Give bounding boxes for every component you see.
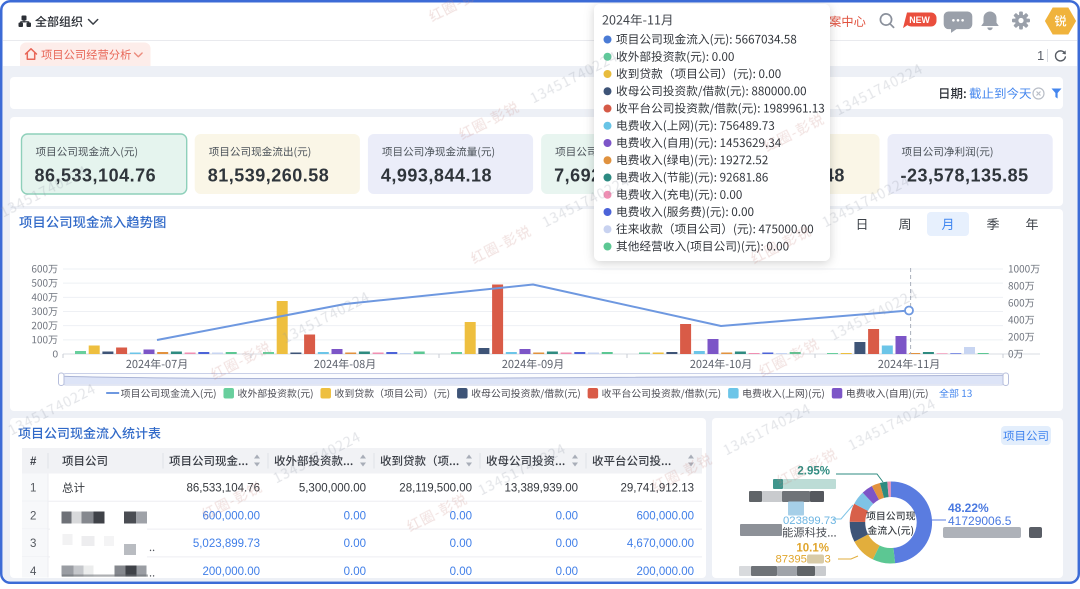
svg-text:5,300,000.00: 5,300,000.00 <box>299 483 366 495</box>
svg-text:4,993,844.18: 4,993,844.18 <box>381 166 492 186</box>
svg-text:48.22%: 48.22% <box>948 501 989 515</box>
svg-text:29,741,912.13: 29,741,912.13 <box>620 483 694 495</box>
svg-text:13,389,939.00: 13,389,939.00 <box>504 483 578 495</box>
svg-text:81,539,260.58: 81,539,260.58 <box>208 166 330 186</box>
svg-text:41729006.5: 41729006.5 <box>948 514 1012 528</box>
svg-text:0: 0 <box>52 350 58 361</box>
svg-text:NEW: NEW <box>909 15 930 25</box>
svg-text:#: # <box>30 456 37 468</box>
svg-text:0.00: 0.00 <box>344 510 366 522</box>
svg-text:1: 1 <box>30 483 36 495</box>
svg-text:0.00: 0.00 <box>344 538 366 550</box>
svg-text:5,023,899.73: 5,023,899.73 <box>193 538 260 550</box>
svg-text:86,533,104.76: 86,533,104.76 <box>35 166 157 186</box>
svg-text:3: 3 <box>30 538 36 550</box>
svg-text:0.00: 0.00 <box>450 538 472 550</box>
svg-text:600,000.00: 600,000.00 <box>636 510 694 522</box>
svg-text:4: 4 <box>30 566 37 578</box>
svg-text:86,533,104.76: 86,533,104.76 <box>186 483 260 495</box>
svg-text:4,670,000.00: 4,670,000.00 <box>627 538 694 550</box>
svg-text:0.00: 0.00 <box>344 566 366 578</box>
svg-text:2: 2 <box>30 510 36 522</box>
svg-text:3: 3 <box>825 554 831 566</box>
svg-text:0.00: 0.00 <box>556 566 578 578</box>
svg-text:0.00: 0.00 <box>450 566 472 578</box>
svg-text:87395: 87395 <box>776 554 807 566</box>
svg-text:0.00: 0.00 <box>556 510 578 522</box>
svg-text:28,119,500.00: 28,119,500.00 <box>399 483 472 495</box>
svg-text:023899.73: 023899.73 <box>783 515 836 527</box>
svg-text:200,000.00: 200,000.00 <box>202 566 260 578</box>
svg-text:1: 1 <box>1037 48 1044 63</box>
svg-text:-23,578,135.85: -23,578,135.85 <box>901 166 1029 186</box>
svg-text:0.00: 0.00 <box>450 510 472 522</box>
svg-text:200,000.00: 200,000.00 <box>636 566 694 578</box>
svg-text:0.00: 0.00 <box>556 538 578 550</box>
